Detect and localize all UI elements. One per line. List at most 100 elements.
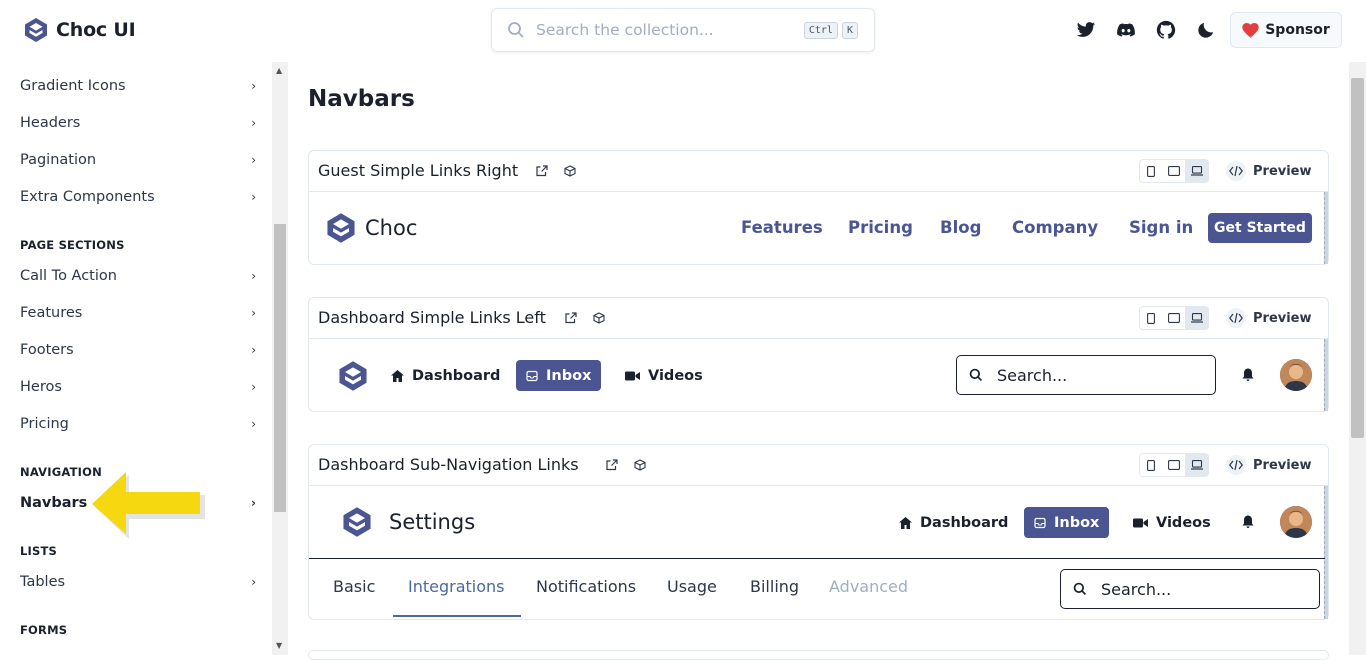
- scroll-down-arrow-icon[interactable]: ▼: [276, 641, 282, 650]
- viewport-toggle-group: [1139, 159, 1209, 183]
- nav-label: Videos: [648, 367, 703, 384]
- tablet-view-icon[interactable]: [1163, 160, 1186, 182]
- preview-scrollbar[interactable]: [1324, 486, 1328, 619]
- chevron-right-icon: ›: [251, 78, 256, 93]
- mobile-view-icon[interactable]: [1140, 307, 1163, 329]
- search-icon: [1073, 582, 1087, 596]
- sidebar-item-label: Headers: [20, 114, 81, 131]
- external-link-icon[interactable]: [565, 312, 577, 324]
- nav-label: Inbox: [1054, 514, 1100, 531]
- nav-link-blog[interactable]: Blog: [940, 218, 981, 237]
- nav-label: Inbox: [546, 367, 592, 384]
- bell-icon[interactable]: [1242, 368, 1254, 382]
- desktop-view-icon[interactable]: [1185, 454, 1209, 476]
- nav-inbox[interactable]: Inbox: [516, 360, 602, 391]
- discord-icon[interactable]: [1116, 20, 1136, 40]
- preview-button[interactable]: Preview: [1226, 159, 1312, 183]
- external-link-icon[interactable]: [606, 459, 618, 471]
- desktop-view-icon[interactable]: [1185, 160, 1209, 182]
- nav-link-pricing[interactable]: Pricing: [848, 218, 913, 237]
- choc-logo-icon[interactable]: [337, 360, 369, 392]
- preview-button[interactable]: Preview: [1226, 306, 1312, 330]
- mobile-view-icon[interactable]: [1140, 454, 1163, 476]
- twitter-icon[interactable]: [1076, 20, 1096, 40]
- main-scrollbar-thumb[interactable]: [1351, 78, 1364, 438]
- chevron-right-icon: ›: [251, 115, 256, 130]
- nav-dashboard[interactable]: Dashboard: [381, 360, 510, 391]
- tab-usage[interactable]: Usage: [667, 577, 717, 596]
- user-avatar[interactable]: [1280, 506, 1312, 538]
- search-input[interactable]: Search...: [1060, 569, 1320, 609]
- bell-icon[interactable]: [1242, 515, 1254, 529]
- avatar-image: [1280, 506, 1312, 538]
- sidebar-scrollbar-thumb[interactable]: [274, 224, 286, 512]
- sponsor-button[interactable]: Sponsor: [1230, 12, 1342, 48]
- preview-button[interactable]: Preview: [1226, 453, 1312, 477]
- preview-label: Preview: [1253, 457, 1312, 473]
- tablet-view-icon[interactable]: [1163, 454, 1186, 476]
- sidebar-item-heros[interactable]: Heros ›: [20, 368, 256, 405]
- video-icon: [1133, 518, 1148, 527]
- moon-icon[interactable]: [1196, 20, 1216, 40]
- sidebar-item-gradient-icons[interactable]: Gradient Icons ›: [20, 67, 256, 104]
- external-link-icon[interactable]: [536, 165, 548, 177]
- tab-basic[interactable]: Basic: [333, 577, 375, 596]
- sidebar-item-label: Pagination: [20, 151, 97, 168]
- card-header: Dashboard Simple Links Left Preview: [309, 298, 1328, 339]
- tab-notifications[interactable]: Notifications: [536, 577, 636, 596]
- preview-scrollbar[interactable]: [1324, 339, 1328, 411]
- chevron-right-icon: ›: [251, 379, 256, 394]
- app-logo[interactable]: Choc UI: [23, 17, 136, 43]
- settings-brand[interactable]: Settings: [341, 506, 475, 538]
- codesandbox-icon[interactable]: [593, 312, 605, 324]
- code-icon: [1226, 455, 1246, 475]
- sidebar-item-features[interactable]: Features ›: [20, 294, 256, 331]
- nav-label: Dashboard: [920, 514, 1009, 531]
- choc-logo-icon: [25, 18, 47, 42]
- choc-logo-icon: [343, 507, 371, 537]
- tab-billing[interactable]: Billing: [750, 577, 799, 596]
- nav-link-sign-in[interactable]: Sign in: [1129, 218, 1193, 237]
- tab-advanced[interactable]: Advanced: [829, 577, 908, 596]
- tablet-view-icon[interactable]: [1163, 307, 1186, 329]
- search-box[interactable]: Search the collection... Ctrl K: [491, 8, 875, 52]
- sidebar-item-label: Pricing: [20, 415, 69, 432]
- code-icon: [1226, 308, 1246, 328]
- nav-link-company[interactable]: Company: [1012, 218, 1098, 237]
- mobile-view-icon[interactable]: [1140, 160, 1163, 182]
- user-avatar[interactable]: [1280, 359, 1312, 391]
- sidebar-item-headers[interactable]: Headers ›: [20, 104, 256, 141]
- top-bar: Choc UI Search the collection... Ctrl K …: [0, 0, 1366, 62]
- get-started-button[interactable]: Get Started: [1208, 213, 1312, 243]
- preview-scrollbar[interactable]: [1324, 192, 1328, 264]
- navbar-brand[interactable]: Choc: [325, 212, 417, 244]
- search-input[interactable]: Search...: [956, 355, 1216, 395]
- component-card-next: [308, 650, 1329, 660]
- desktop-view-icon[interactable]: [1185, 307, 1209, 329]
- preview-label: Preview: [1253, 163, 1312, 179]
- card-header: Guest Simple Links Right Preview: [309, 151, 1328, 192]
- subnav-divider: [309, 558, 1325, 559]
- scroll-up-arrow-icon[interactable]: ▲: [276, 66, 282, 75]
- sidebar-item-call-to-action[interactable]: Call To Action ›: [20, 257, 256, 294]
- nav-videos[interactable]: Videos: [1123, 507, 1221, 538]
- codesandbox-icon[interactable]: [634, 459, 646, 471]
- sidebar: Gradient Icons › Headers › Pagination › Ext…: [0, 62, 272, 655]
- arrow-pointer-icon: [92, 472, 205, 539]
- nav-inbox[interactable]: Inbox: [1024, 507, 1110, 538]
- sidebar-item-tables[interactable]: Tables ›: [20, 563, 256, 600]
- sidebar-item-pricing[interactable]: Pricing ›: [20, 405, 256, 442]
- sidebar-item-pagination[interactable]: Pagination ›: [20, 141, 256, 178]
- sidebar-item-footers[interactable]: Footers ›: [20, 331, 256, 368]
- codesandbox-icon[interactable]: [564, 165, 576, 177]
- nav-dashboard[interactable]: Dashboard: [889, 507, 1018, 538]
- github-icon[interactable]: [1156, 20, 1176, 40]
- avatar-image: [1280, 359, 1312, 391]
- sidebar-item-extra-components[interactable]: Extra Components ›: [20, 178, 256, 215]
- card-title: Guest Simple Links Right: [318, 161, 519, 180]
- chevron-right-icon: ›: [251, 342, 256, 357]
- tab-integrations[interactable]: Integrations: [408, 577, 505, 596]
- search-icon: [969, 368, 983, 382]
- nav-link-features[interactable]: Features: [741, 218, 823, 237]
- nav-videos[interactable]: Videos: [615, 360, 713, 391]
